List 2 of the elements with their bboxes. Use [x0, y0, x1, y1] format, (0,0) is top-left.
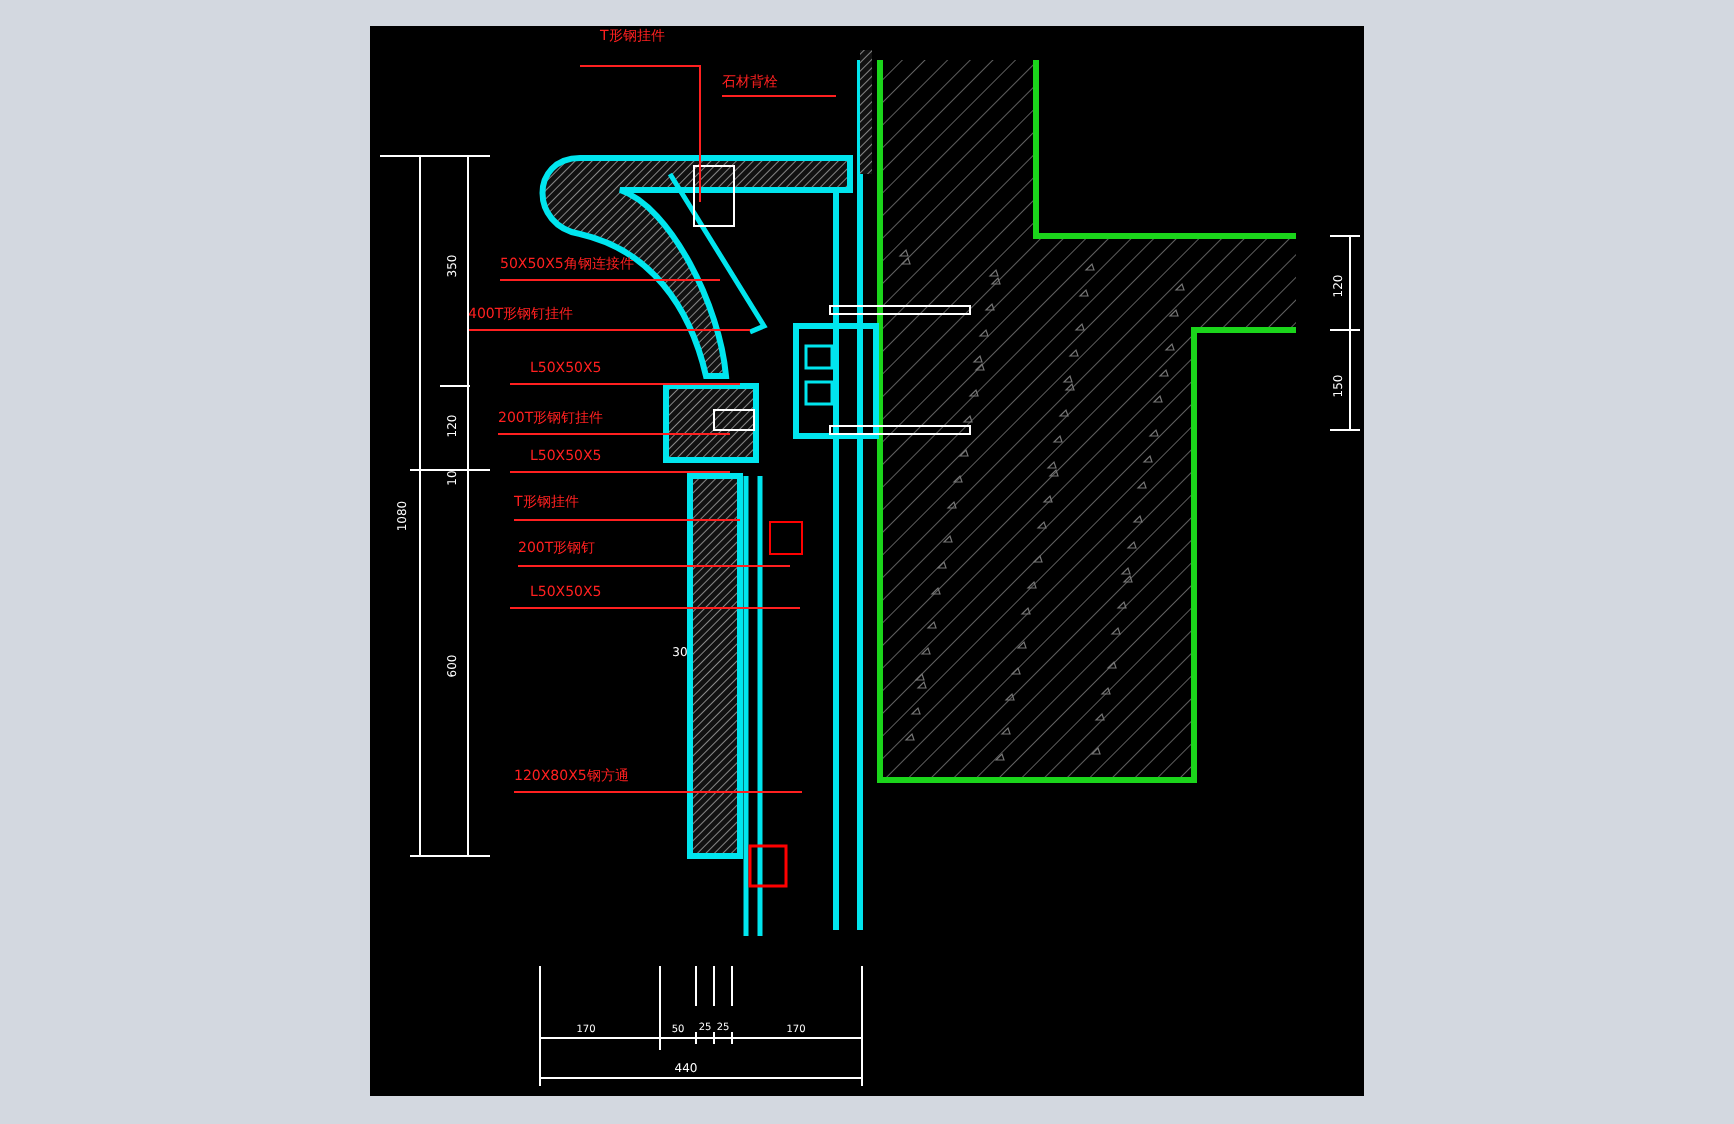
leader-line: [579, 65, 701, 203]
leader-line: [721, 95, 837, 97]
